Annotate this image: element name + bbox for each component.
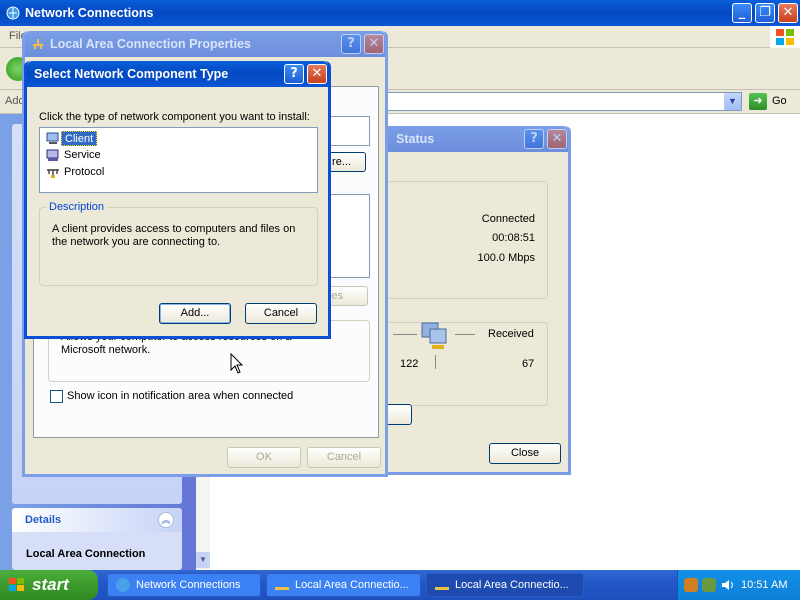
address-input[interactable] [380, 92, 742, 111]
network-connections-icon [6, 6, 20, 20]
collapse-chevron-icon[interactable]: ︽ [158, 512, 174, 528]
details-header[interactable]: Details ︽ [12, 508, 182, 532]
task-label-network-connections: Network Connections [136, 579, 241, 591]
tray-network-icon[interactable] [702, 578, 716, 592]
select-prompt: Click the type of network component you … [39, 111, 310, 123]
service-icon [46, 149, 60, 162]
address-dropdown-button[interactable]: ▼ [724, 93, 741, 110]
protocol-icon [46, 167, 60, 179]
task-network-icon [116, 578, 130, 592]
sent-packets: 122 [400, 358, 419, 370]
clock[interactable]: 10:51 AM [741, 579, 787, 591]
properties-close-button[interactable]: ✕ [364, 34, 384, 54]
connection-speed: 100.0 Mbps [477, 252, 535, 264]
received-packets: 67 [522, 358, 535, 370]
activity-divider-line [393, 334, 417, 335]
details-header-label: Details [25, 514, 62, 526]
restore-button[interactable]: ❐ [755, 3, 775, 23]
task-lan-status-icon [435, 580, 449, 590]
protocol-label: Protocol [64, 166, 105, 178]
add-button[interactable]: Add... [159, 303, 231, 324]
details-title: Local Area Connection [26, 548, 146, 560]
packets-divider [435, 355, 436, 369]
properties-help-button[interactable]: ? [341, 34, 361, 54]
details-section: Details ︽ Local Area Connection [12, 508, 182, 570]
go-button-label[interactable]: Go [772, 95, 787, 107]
tray-user-icon[interactable] [684, 578, 698, 592]
task-lac-status[interactable]: Local Area Connectio... [426, 573, 584, 597]
lan-connection-icon [31, 37, 45, 51]
status-close-dialog-button[interactable]: Close [489, 443, 561, 464]
task-label-lac-status: Local Area Connectio... [455, 579, 569, 591]
connection-group: Connected 00:08:51 100.0 Mbps [382, 181, 548, 299]
task-lan-icon [275, 580, 289, 590]
select-dialog-title-bar[interactable]: Select Network Component Type [27, 61, 328, 87]
description-legend: Description [46, 201, 108, 213]
configure-button-label: re... [332, 156, 351, 168]
go-arrow-icon[interactable]: ➜ [749, 93, 767, 110]
start-button[interactable]: start [0, 570, 98, 600]
properties-title-bar[interactable]: Local Area Connection Properties [25, 31, 385, 57]
tray-volume-icon[interactable] [721, 578, 735, 592]
service-label: Service [64, 149, 101, 161]
client-label: Client [61, 131, 98, 146]
network-activity-icon [418, 321, 452, 351]
status-window-title: Status [396, 132, 435, 146]
close-button[interactable]: ✕ [778, 3, 798, 23]
start-label: start [32, 575, 69, 594]
status-help-button[interactable]: ? [524, 129, 544, 149]
select-description-text: A client provides access to computers an… [52, 223, 296, 248]
task-lac-properties[interactable]: Local Area Connectio... [266, 573, 421, 597]
connection-duration: 00:08:51 [492, 232, 535, 244]
ok-button[interactable]: OK [227, 447, 301, 468]
task-label-lac-properties: Local Area Connectio... [295, 579, 409, 591]
show-icon-label[interactable]: Show icon in notification area when conn… [67, 390, 293, 402]
client-icon [46, 132, 60, 144]
activity-divider-line-right [455, 334, 475, 335]
select-dialog-title: Select Network Component Type [34, 67, 229, 81]
minimize-button[interactable]: _ [732, 3, 752, 23]
select-dialog-close-button[interactable]: ✕ [307, 64, 327, 84]
activity-group: Received 122 67 [382, 322, 548, 406]
scroll-down-arrow-icon[interactable]: ▼ [196, 552, 210, 568]
system-tray: 10:51 AM [677, 570, 800, 600]
main-title-bar[interactable]: Network Connections [0, 0, 800, 26]
main-window-title: Network Connections [25, 6, 154, 20]
component-type-list[interactable]: Client Service Protocol [39, 127, 318, 193]
task-network-connections[interactable]: Network Connections [107, 573, 261, 597]
properties-cancel-button[interactable]: Cancel [307, 447, 381, 468]
connection-status: Connected [481, 213, 535, 225]
properties-button-label: es [331, 290, 343, 302]
select-dialog-help-button[interactable]: ? [284, 64, 304, 84]
mouse-pointer-icon [230, 352, 244, 375]
taskbar: start Network Connections Local Area Con… [0, 570, 800, 600]
properties-window-title: Local Area Connection Properties [50, 37, 251, 51]
select-description-group: Description A client provides access to … [39, 201, 318, 286]
select-cancel-button[interactable]: Cancel [245, 303, 317, 324]
status-close-button[interactable]: ✕ [547, 129, 567, 149]
windows-logo-icon [770, 26, 800, 48]
received-label: Received [488, 328, 534, 340]
windows-flag-icon [8, 577, 26, 593]
status-window: Status ? ✕ Connected 00:08:51 100.0 Mbps… [373, 126, 571, 475]
show-icon-checkbox[interactable] [50, 390, 63, 403]
select-component-dialog: Select Network Component Type ? ✕ Click … [24, 61, 331, 339]
